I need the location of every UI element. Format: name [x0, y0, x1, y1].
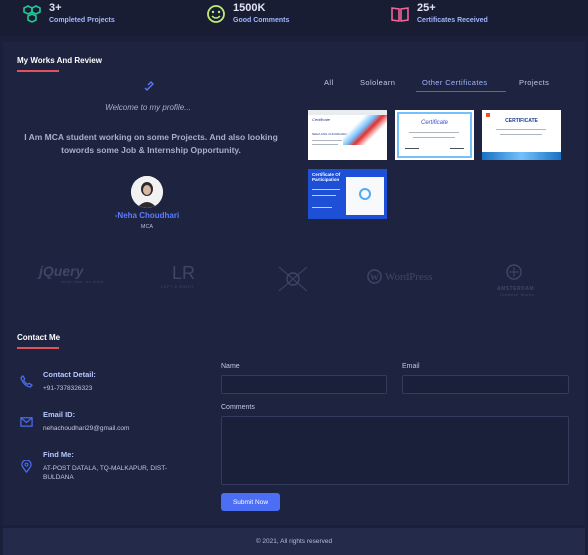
find-value: AT-POST DATALA, TQ-MALKAPUR, DIST-BULDAN… [43, 465, 168, 481]
certificate-tabs: All Sololearn Other Certificates Project… [308, 78, 568, 94]
smile-icon [207, 5, 225, 23]
tab-all[interactable]: All [324, 78, 334, 87]
title-underline [17, 70, 59, 72]
location-pin-icon [21, 460, 32, 473]
section-title: My Works And Review [17, 56, 102, 65]
contact-detail-title: Contact Detail: [43, 370, 96, 379]
stat-label: Good Comments [233, 17, 290, 24]
section-title: Contact Me [17, 333, 61, 342]
phone-icon [20, 375, 33, 388]
comments-label: Comments [221, 404, 255, 411]
client-logo-badge [277, 263, 309, 295]
profile-role: MCA [140, 224, 154, 230]
certificate-thumbnail[interactable]: CERTIFICATE [482, 110, 561, 160]
client-logo-wordpress: W WordPress [367, 269, 432, 301]
contact-detail-value: +91-7378326323 [43, 385, 93, 392]
stat-label: Completed Projects [49, 17, 115, 24]
active-tab-indicator [416, 91, 506, 92]
client-logo-lr: LR LEFT & RIGHT [161, 263, 196, 289]
copyright-text: © 2021, All rights reserved [255, 538, 333, 545]
works-section: My Works And Review Welcome to my profil… [3, 42, 585, 318]
email-input[interactable] [402, 375, 569, 394]
mail-icon [20, 417, 33, 427]
title-underline [17, 347, 59, 349]
certificate-thumbnail[interactable]: Certificate [395, 110, 474, 160]
stat-value: 25+ [417, 2, 436, 14]
footer: © 2021, All rights reserved [3, 528, 585, 555]
name-input[interactable] [221, 375, 387, 394]
stats-bar: 3+ Completed Projects 1500K Good Comment… [0, 0, 588, 36]
tab-other-certificates[interactable]: Other Certificates [422, 78, 488, 87]
name-label: Name [221, 363, 240, 370]
tab-sololearn[interactable]: Sololearn [360, 78, 395, 87]
client-logo-jquery: jQuery write less, do more. [39, 263, 106, 284]
certificate-thumbnail[interactable]: Certificate NEHA ANIL CHOUDHARI [308, 110, 387, 160]
avatar [131, 176, 163, 208]
comments-textarea[interactable] [221, 416, 569, 485]
submit-button[interactable]: Submit Now [221, 493, 280, 511]
bio-text: I Am MCA student working on some Project… [24, 132, 278, 155]
book-icon [391, 7, 409, 22]
contact-section: Contact Me Contact Detail: +91-737832632… [3, 318, 585, 525]
cubes-icon [23, 5, 41, 23]
email-value[interactable]: nehachoudhari29@gmail.com [43, 424, 188, 433]
welcome-text: Welcome to my profile... [105, 103, 191, 112]
profile-name: -Neha Choudhari [114, 211, 180, 220]
certificate-thumbnail[interactable]: Certificate Of Participation [308, 169, 387, 219]
email-label: Email [402, 363, 420, 370]
stat-label: Certificates Received [417, 17, 488, 24]
stat-value: 3+ [49, 2, 62, 14]
svg-text:W: W [370, 272, 379, 282]
link-icon [144, 81, 154, 91]
find-title: Find Me: [43, 450, 74, 459]
email-title: Email ID: [43, 410, 76, 419]
client-logo-amsterdam: AMSTERDAM Creative Works [497, 263, 534, 297]
stat-value: 1500K [233, 2, 266, 14]
tab-projects[interactable]: Projects [519, 78, 549, 87]
